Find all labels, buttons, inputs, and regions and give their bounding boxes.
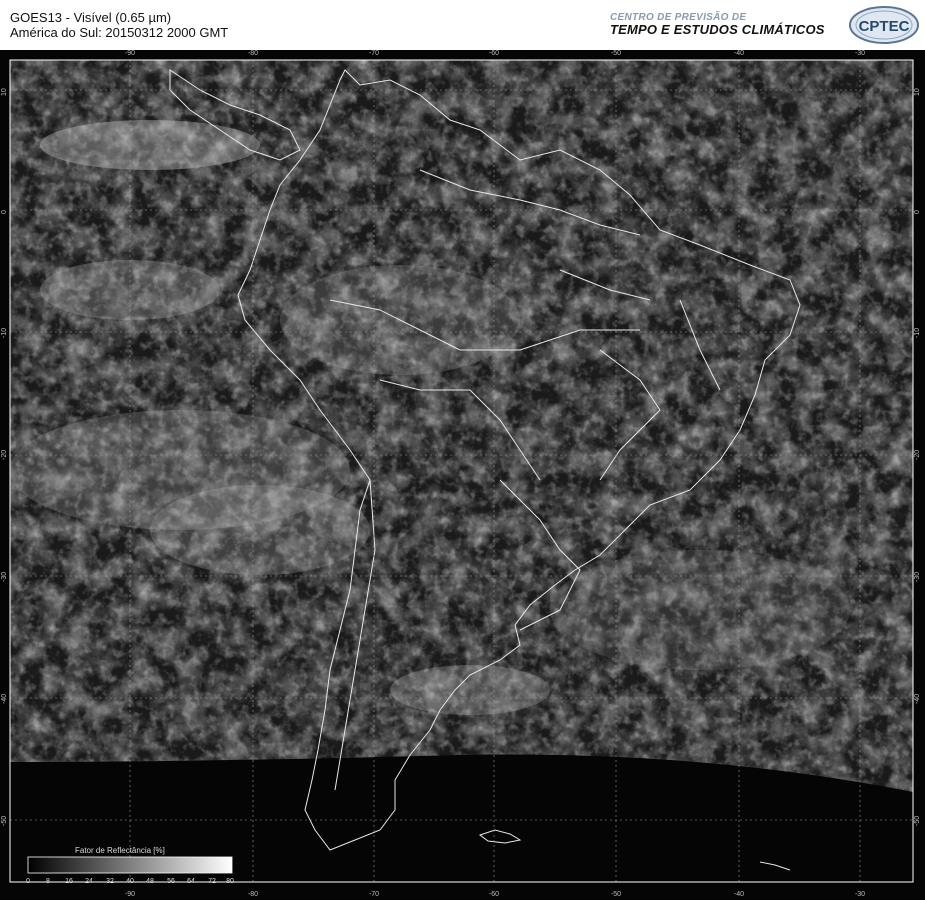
day-region <box>10 60 913 792</box>
header: GOES13 - Visível (0.65 µm) América do Su… <box>0 0 925 50</box>
lat-label-left: -50 <box>1 815 8 826</box>
lon-label-top: -70 <box>368 50 380 57</box>
legend-tick: 16 <box>65 878 73 885</box>
legend-tick: 48 <box>146 878 154 885</box>
lon-label-bottom: -80 <box>247 891 259 898</box>
lat-label-left: -30 <box>1 571 8 582</box>
lat-label-right: -30 <box>914 571 921 582</box>
lon-label-top: -90 <box>124 50 136 57</box>
legend-tick: 64 <box>187 878 195 885</box>
lon-label-top: -40 <box>733 50 745 57</box>
legend-title: Fator de Reflectância [%] <box>75 846 165 855</box>
lon-label-top: -80 <box>247 50 259 57</box>
region-datetime: América do Sul: 20150312 2000 GMT <box>10 25 229 40</box>
product-title: GOES13 - Visível (0.65 µm) <box>10 10 172 25</box>
lon-label-bottom: -30 <box>854 891 866 898</box>
lat-label-left: 10 <box>1 88 8 96</box>
lat-label-left: -10 <box>1 327 8 338</box>
lon-label-bottom: -70 <box>368 891 380 898</box>
lon-label-bottom: -40 <box>733 891 745 898</box>
lat-label-right: 10 <box>914 88 921 96</box>
lat-label-right: -10 <box>914 327 921 338</box>
map-canvas <box>9 59 914 883</box>
legend-tick: 0 <box>26 878 30 885</box>
cptec-logo-icon: CPTEC <box>849 6 919 44</box>
lat-label-left: -20 <box>1 449 8 460</box>
legend-tick: 24 <box>85 878 93 885</box>
lat-label-right: -20 <box>914 449 921 460</box>
satellite-map[interactable] <box>0 50 925 900</box>
lat-label-left: 0 <box>1 210 8 214</box>
lon-label-top: -50 <box>610 50 622 57</box>
lon-label-bottom: -60 <box>488 891 500 898</box>
legend-tick: 72 <box>208 878 216 885</box>
lon-label-top: -30 <box>854 50 866 57</box>
legend-tick: 32 <box>106 878 114 885</box>
south-georgia <box>759 861 791 871</box>
lat-label-right: -50 <box>914 815 921 826</box>
lon-label-bottom: -90 <box>124 891 136 898</box>
legend-tick: 8 <box>46 878 50 885</box>
legend-tick: 40 <box>126 878 134 885</box>
legend-tick: 80 <box>226 878 234 885</box>
reflectance-colorbar <box>27 856 233 874</box>
lat-label-right: -40 <box>914 693 921 704</box>
lat-label-right: 0 <box>914 210 921 214</box>
org-name-line2: TEMPO E ESTUDOS CLIMÁTICOS <box>610 22 825 37</box>
lon-label-bottom: -50 <box>610 891 622 898</box>
falkland-islands <box>478 829 522 844</box>
lat-label-left: -40 <box>1 693 8 704</box>
logo-text: CPTEC <box>859 18 910 35</box>
legend-tick: 56 <box>167 878 175 885</box>
lon-label-top: -60 <box>488 50 500 57</box>
